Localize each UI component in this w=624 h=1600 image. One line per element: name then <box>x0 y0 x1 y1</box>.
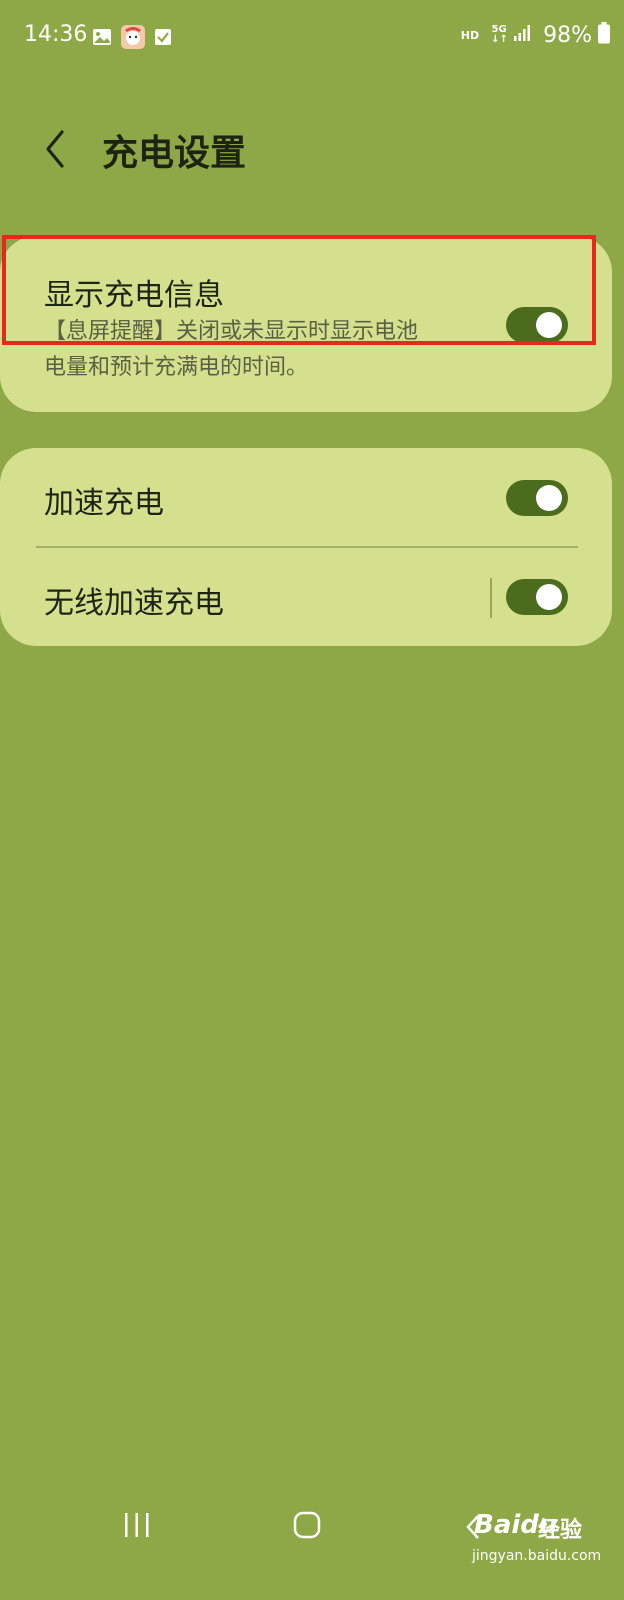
settings-card-fast-charging: 加速充电 无线加速充电 <box>0 448 612 646</box>
signal-icon <box>513 24 531 46</box>
home-icon[interactable] <box>292 1510 322 1544</box>
gallery-icon <box>92 27 112 47</box>
divider <box>36 546 578 548</box>
chevron-left-icon <box>46 130 64 168</box>
app-avatar-icon <box>120 24 146 50</box>
toggle-knob <box>536 485 562 511</box>
page-title: 充电设置 <box>102 133 247 174</box>
wireless-fast-charging-title: 无线加速充电 <box>44 586 224 621</box>
back-button[interactable] <box>36 124 80 174</box>
vertical-separator <box>490 578 492 618</box>
status-bar: 14:36 HD 5G ↓↑ 98% <box>0 0 624 72</box>
notification-icons <box>92 24 172 50</box>
fast-charging-title: 加速充电 <box>44 486 164 521</box>
highlight-box <box>2 235 596 345</box>
watermark-url: jingyan.baidu.com <box>472 1548 602 1564</box>
battery-percent: 98% <box>543 22 592 48</box>
baidu-jingyan-watermark: Baidu 经验 jingyan.baidu.com <box>468 1508 618 1588</box>
battery-icon <box>598 22 610 48</box>
watermark-cn-text: 经验 <box>538 1518 583 1543</box>
system-status-icons: HD 5G ↓↑ 98% <box>461 22 610 48</box>
recents-icon[interactable] <box>122 1510 152 1544</box>
network-type-icon: 5G ↓↑ <box>491 24 508 45</box>
checkbox-icon <box>154 28 172 46</box>
toggle-knob <box>536 584 562 610</box>
wireless-fast-charging-toggle[interactable] <box>506 579 568 615</box>
fast-charging-toggle[interactable] <box>506 480 568 516</box>
status-time: 14:36 <box>24 22 88 47</box>
hd-voice-icon: HD <box>460 28 480 42</box>
